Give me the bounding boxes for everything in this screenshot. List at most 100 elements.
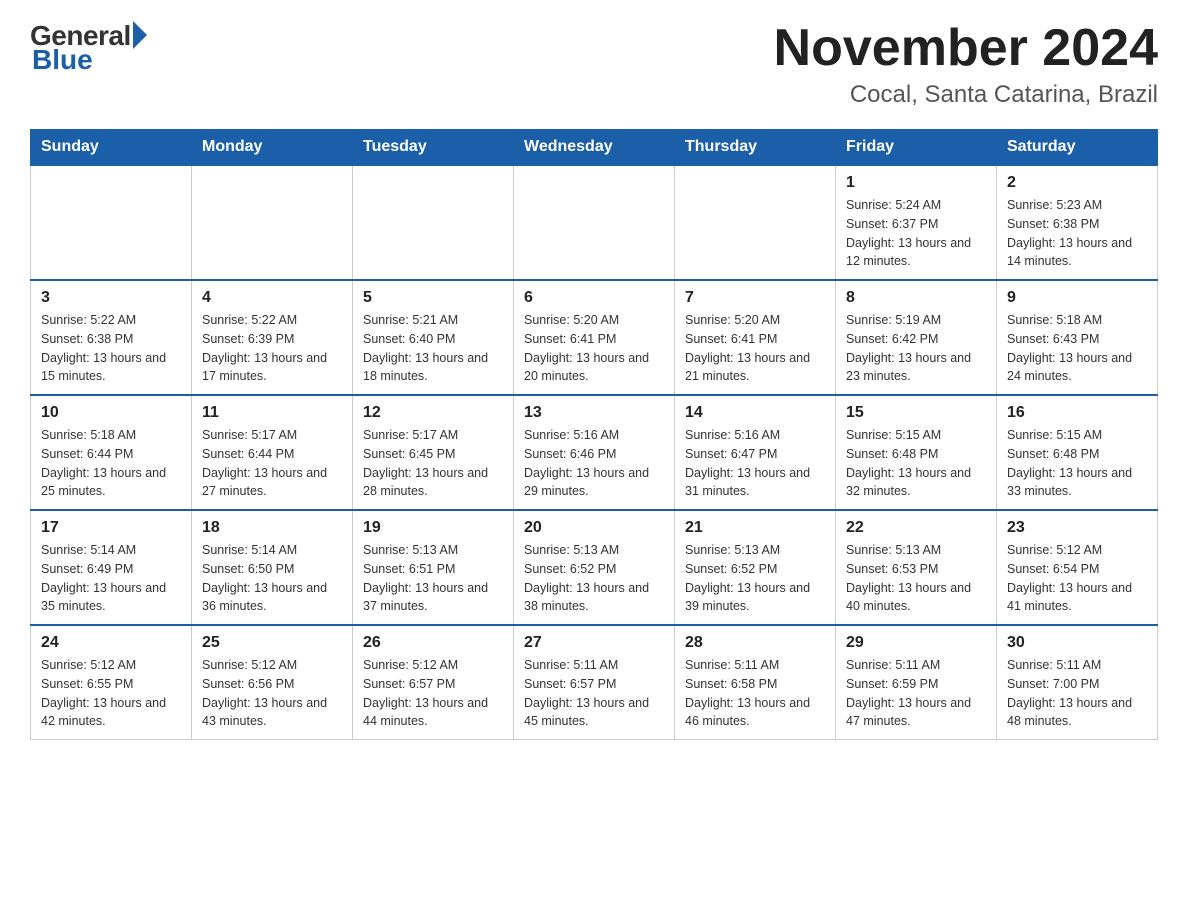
page-header: General Blue November 2024 Cocal, Santa … bbox=[30, 20, 1158, 109]
day-info: Sunrise: 5:12 AMSunset: 6:57 PMDaylight:… bbox=[363, 656, 503, 731]
week-row-1: 1 Sunrise: 5:24 AMSunset: 6:37 PMDaylight… bbox=[31, 165, 1158, 280]
table-row: 16 Sunrise: 5:15 AMSunset: 6:48 PMDayligh… bbox=[997, 395, 1158, 510]
day-number: 2 bbox=[1007, 174, 1147, 192]
day-info: Sunrise: 5:23 AMSunset: 6:38 PMDaylight:… bbox=[1007, 196, 1147, 271]
table-row: 11 Sunrise: 5:17 AMSunset: 6:44 PMDayligh… bbox=[192, 395, 353, 510]
table-row: 15 Sunrise: 5:15 AMSunset: 6:48 PMDayligh… bbox=[836, 395, 997, 510]
day-info: Sunrise: 5:13 AMSunset: 6:52 PMDaylight:… bbox=[685, 541, 825, 616]
day-info: Sunrise: 5:18 AMSunset: 6:43 PMDaylight:… bbox=[1007, 311, 1147, 386]
day-number: 26 bbox=[363, 634, 503, 652]
day-info: Sunrise: 5:11 AMSunset: 7:00 PMDaylight:… bbox=[1007, 656, 1147, 731]
logo-blue-text: Blue bbox=[32, 44, 93, 76]
table-row bbox=[675, 165, 836, 280]
day-number: 5 bbox=[363, 289, 503, 307]
table-row: 14Sunrise: 5:16 AMSunset: 6:47 PMDayligh… bbox=[675, 395, 836, 510]
week-row-3: 10 Sunrise: 5:18 AMSunset: 6:44 PMDayligh… bbox=[31, 395, 1158, 510]
day-info: Sunrise: 5:14 AMSunset: 6:50 PMDaylight:… bbox=[202, 541, 342, 616]
week-row-5: 24 Sunrise: 5:12 AMSunset: 6:55 PMDayligh… bbox=[31, 625, 1158, 740]
table-row: 5 Sunrise: 5:21 AMSunset: 6:40 PMDaylight… bbox=[353, 280, 514, 395]
table-row: 12Sunrise: 5:17 AMSunset: 6:45 PMDayligh… bbox=[353, 395, 514, 510]
table-row: 17Sunrise: 5:14 AMSunset: 6:49 PMDayligh… bbox=[31, 510, 192, 625]
table-row: 22 Sunrise: 5:13 AMSunset: 6:53 PMDayligh… bbox=[836, 510, 997, 625]
day-info: Sunrise: 5:13 AMSunset: 6:53 PMDaylight:… bbox=[846, 541, 986, 616]
col-thursday: Thursday bbox=[675, 130, 836, 166]
day-info: Sunrise: 5:17 AMSunset: 6:44 PMDaylight:… bbox=[202, 426, 342, 501]
title-section: November 2024 Cocal, Santa Catarina, Bra… bbox=[774, 20, 1158, 109]
table-row: 4 Sunrise: 5:22 AMSunset: 6:39 PMDaylight… bbox=[192, 280, 353, 395]
table-row: 29 Sunrise: 5:11 AMSunset: 6:59 PMDayligh… bbox=[836, 625, 997, 740]
table-row: 8Sunrise: 5:19 AMSunset: 6:42 PMDaylight… bbox=[836, 280, 997, 395]
table-row: 24 Sunrise: 5:12 AMSunset: 6:55 PMDayligh… bbox=[31, 625, 192, 740]
day-number: 19 bbox=[363, 519, 503, 537]
day-number: 10 bbox=[41, 404, 181, 422]
col-wednesday: Wednesday bbox=[514, 130, 675, 166]
table-row: 7Sunrise: 5:20 AMSunset: 6:41 PMDaylight… bbox=[675, 280, 836, 395]
table-row: 27 Sunrise: 5:11 AMSunset: 6:57 PMDayligh… bbox=[514, 625, 675, 740]
day-info: Sunrise: 5:11 AMSunset: 6:59 PMDaylight:… bbox=[846, 656, 986, 731]
table-row bbox=[353, 165, 514, 280]
day-number: 6 bbox=[524, 289, 664, 307]
day-number: 11 bbox=[202, 404, 342, 422]
table-row: 28Sunrise: 5:11 AMSunset: 6:58 PMDayligh… bbox=[675, 625, 836, 740]
day-number: 25 bbox=[202, 634, 342, 652]
calendar-title: November 2024 bbox=[774, 20, 1158, 77]
col-monday: Monday bbox=[192, 130, 353, 166]
day-info: Sunrise: 5:15 AMSunset: 6:48 PMDaylight:… bbox=[1007, 426, 1147, 501]
day-number: 3 bbox=[41, 289, 181, 307]
day-number: 16 bbox=[1007, 404, 1147, 422]
table-row: 19 Sunrise: 5:13 AMSunset: 6:51 PMDayligh… bbox=[353, 510, 514, 625]
day-number: 30 bbox=[1007, 634, 1147, 652]
day-number: 4 bbox=[202, 289, 342, 307]
day-info: Sunrise: 5:21 AMSunset: 6:40 PMDaylight:… bbox=[363, 311, 503, 386]
logo-arrow-icon bbox=[133, 21, 147, 49]
day-number: 22 bbox=[846, 519, 986, 537]
table-row: 23 Sunrise: 5:12 AMSunset: 6:54 PMDayligh… bbox=[997, 510, 1158, 625]
table-row: 30 Sunrise: 5:11 AMSunset: 7:00 PMDayligh… bbox=[997, 625, 1158, 740]
day-number: 1 bbox=[846, 174, 986, 192]
col-saturday: Saturday bbox=[997, 130, 1158, 166]
table-row: 3 Sunrise: 5:22 AMSunset: 6:38 PMDaylight… bbox=[31, 280, 192, 395]
col-sunday: Sunday bbox=[31, 130, 192, 166]
table-row: 10 Sunrise: 5:18 AMSunset: 6:44 PMDayligh… bbox=[31, 395, 192, 510]
day-info: Sunrise: 5:11 AMSunset: 6:57 PMDaylight:… bbox=[524, 656, 664, 731]
day-info: Sunrise: 5:12 AMSunset: 6:55 PMDaylight:… bbox=[41, 656, 181, 731]
day-info: Sunrise: 5:20 AMSunset: 6:41 PMDaylight:… bbox=[524, 311, 664, 386]
day-info: Sunrise: 5:24 AMSunset: 6:37 PMDaylight:… bbox=[846, 196, 986, 271]
calendar-table: Sunday Monday Tuesday Wednesday Thursday… bbox=[30, 129, 1158, 740]
day-info: Sunrise: 5:12 AMSunset: 6:54 PMDaylight:… bbox=[1007, 541, 1147, 616]
table-row: 6 Sunrise: 5:20 AMSunset: 6:41 PMDaylight… bbox=[514, 280, 675, 395]
day-number: 29 bbox=[846, 634, 986, 652]
day-info: Sunrise: 5:20 AMSunset: 6:41 PMDaylight:… bbox=[685, 311, 825, 386]
day-info: Sunrise: 5:22 AMSunset: 6:39 PMDaylight:… bbox=[202, 311, 342, 386]
day-info: Sunrise: 5:16 AMSunset: 6:46 PMDaylight:… bbox=[524, 426, 664, 501]
day-info: Sunrise: 5:18 AMSunset: 6:44 PMDaylight:… bbox=[41, 426, 181, 501]
table-row: 2 Sunrise: 5:23 AMSunset: 6:38 PMDaylight… bbox=[997, 165, 1158, 280]
logo: General Blue bbox=[30, 20, 147, 76]
col-friday: Friday bbox=[836, 130, 997, 166]
day-info: Sunrise: 5:14 AMSunset: 6:49 PMDaylight:… bbox=[41, 541, 181, 616]
day-number: 15 bbox=[846, 404, 986, 422]
day-number: 13 bbox=[524, 404, 664, 422]
day-number: 14 bbox=[685, 404, 825, 422]
day-number: 23 bbox=[1007, 519, 1147, 537]
day-number: 18 bbox=[202, 519, 342, 537]
day-number: 20 bbox=[524, 519, 664, 537]
day-number: 9 bbox=[1007, 289, 1147, 307]
table-row: 1 Sunrise: 5:24 AMSunset: 6:37 PMDaylight… bbox=[836, 165, 997, 280]
day-number: 27 bbox=[524, 634, 664, 652]
day-number: 21 bbox=[685, 519, 825, 537]
calendar-subtitle: Cocal, Santa Catarina, Brazil bbox=[774, 81, 1158, 109]
calendar-header-row: Sunday Monday Tuesday Wednesday Thursday… bbox=[31, 130, 1158, 166]
table-row bbox=[31, 165, 192, 280]
day-number: 8 bbox=[846, 289, 986, 307]
table-row: 20 Sunrise: 5:13 AMSunset: 6:52 PMDayligh… bbox=[514, 510, 675, 625]
day-info: Sunrise: 5:13 AMSunset: 6:51 PMDaylight:… bbox=[363, 541, 503, 616]
day-info: Sunrise: 5:13 AMSunset: 6:52 PMDaylight:… bbox=[524, 541, 664, 616]
day-info: Sunrise: 5:22 AMSunset: 6:38 PMDaylight:… bbox=[41, 311, 181, 386]
week-row-4: 17Sunrise: 5:14 AMSunset: 6:49 PMDayligh… bbox=[31, 510, 1158, 625]
day-info: Sunrise: 5:11 AMSunset: 6:58 PMDaylight:… bbox=[685, 656, 825, 731]
day-number: 24 bbox=[41, 634, 181, 652]
day-number: 12 bbox=[363, 404, 503, 422]
table-row: 21 Sunrise: 5:13 AMSunset: 6:52 PMDayligh… bbox=[675, 510, 836, 625]
day-info: Sunrise: 5:15 AMSunset: 6:48 PMDaylight:… bbox=[846, 426, 986, 501]
